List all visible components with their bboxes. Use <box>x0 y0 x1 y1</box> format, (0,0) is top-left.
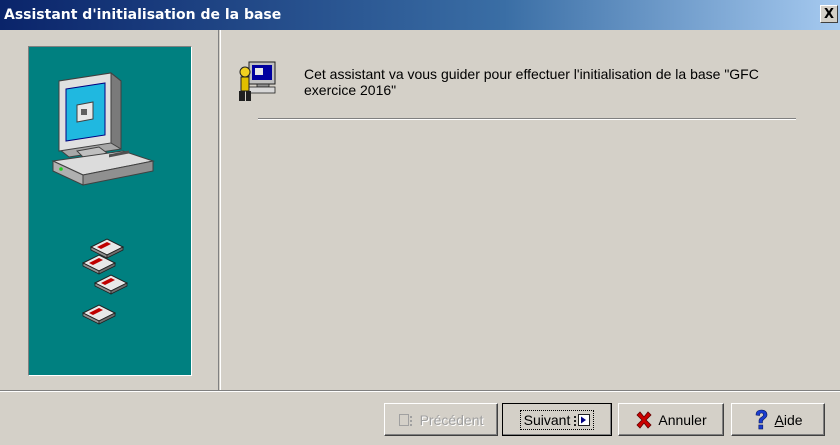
computer-icon <box>51 71 155 186</box>
footer-separator <box>0 390 840 392</box>
window-title: Assistant d'initialisation de la base <box>4 7 282 23</box>
help-button[interactable]: Aide <box>731 403 825 436</box>
close-button[interactable]: X <box>820 5 838 23</box>
next-arrow-icon <box>574 413 591 426</box>
content-separator <box>258 118 796 120</box>
next-button-label: Suivant <box>523 411 571 428</box>
next-button-focus: Suivant <box>519 409 595 430</box>
cancel-x-icon <box>636 410 652 429</box>
help-mnemonic: A <box>774 411 784 428</box>
cancel-button-label: Annuler <box>658 411 707 428</box>
wizard-assistant-icon <box>239 61 276 101</box>
help-question-icon <box>756 409 768 429</box>
help-label-rest: ide <box>783 411 803 428</box>
floppy-disk-icon <box>81 238 129 325</box>
previous-button[interactable]: Précédent <box>384 403 498 436</box>
title-bar[interactable]: Assistant d'initialisation de la base X <box>0 0 840 30</box>
help-button-label: Aide <box>774 412 802 428</box>
wizard-side-panel <box>28 46 192 376</box>
cancel-button[interactable]: Annuler <box>618 403 724 436</box>
close-icon: X <box>823 6 835 22</box>
next-button[interactable]: Suivant <box>502 403 612 436</box>
previous-arrow-icon <box>398 413 412 426</box>
previous-button-label: Précédent <box>419 411 484 428</box>
wizard-window: Assistant d'initialisation de la base X <box>0 0 840 445</box>
wizard-intro-text: Cet assistant va vous guider pour effect… <box>304 66 759 98</box>
